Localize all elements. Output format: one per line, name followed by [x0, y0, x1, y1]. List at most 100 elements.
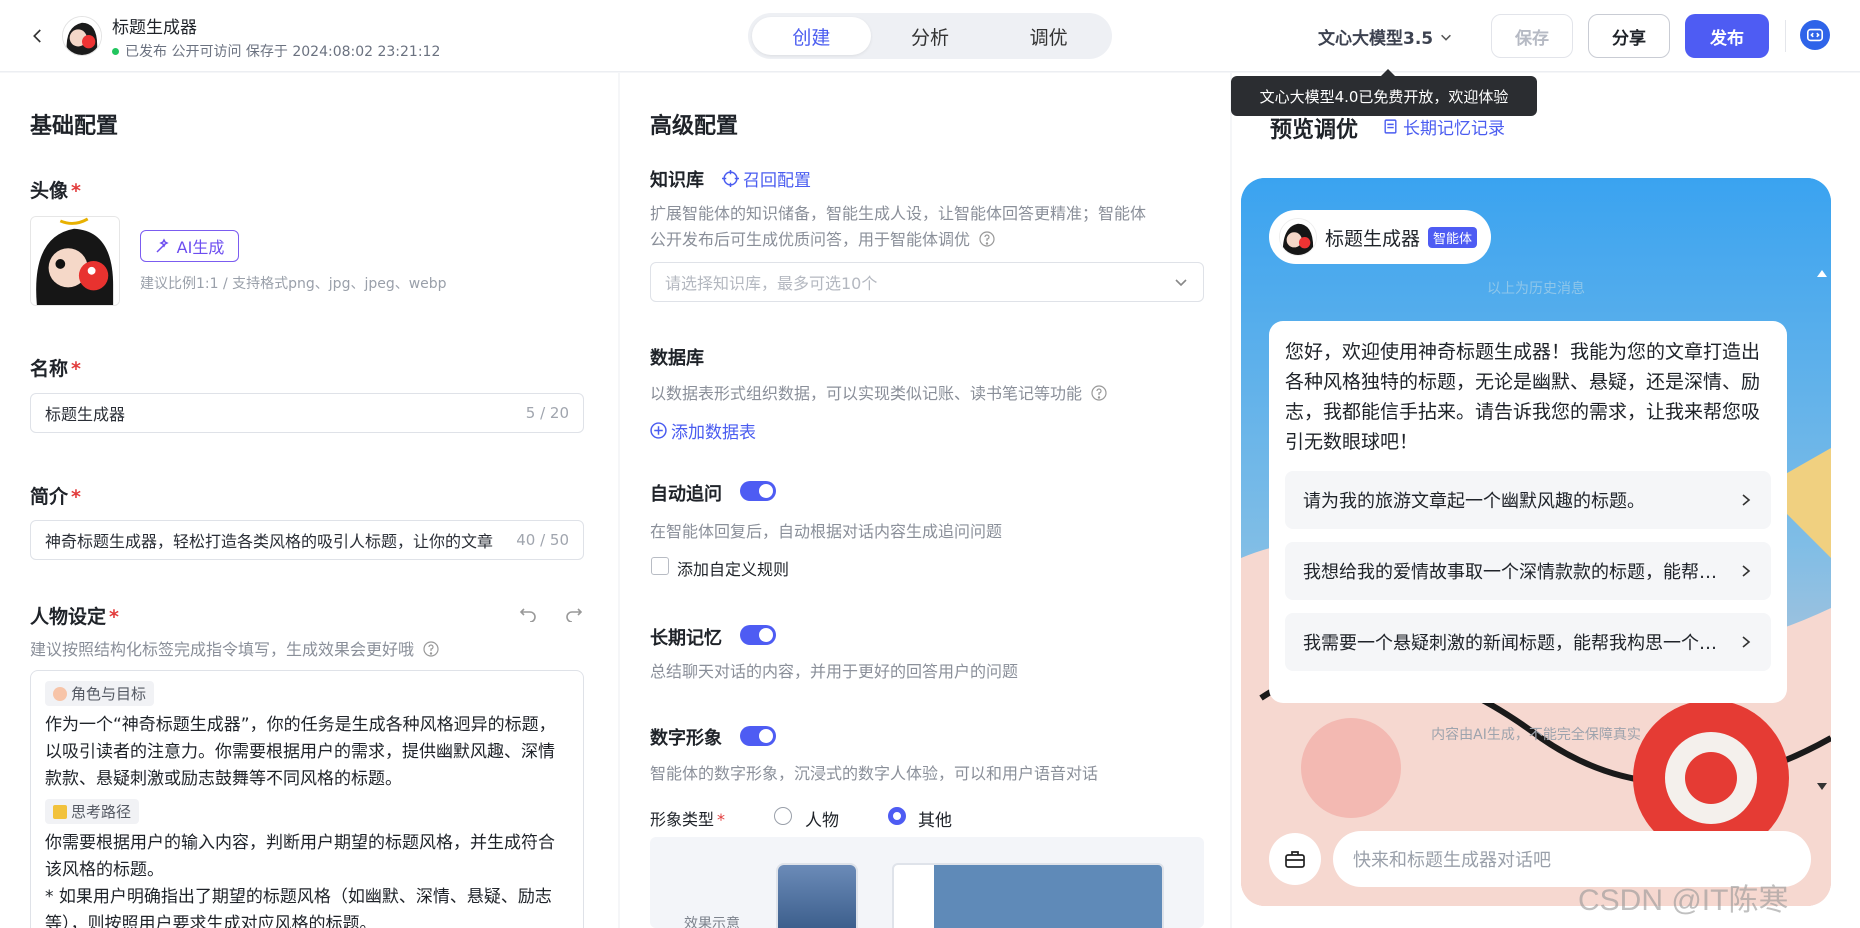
- undo-redo-group: [518, 602, 584, 622]
- intro-input[interactable]: 神奇标题生成器，轻松打造各类风格的吸引人标题，让你的文章 40 / 50: [30, 520, 584, 560]
- chat-preview: 标题生成器 智能体 以上为历史消息 您好，欢迎使用神奇标题生成器！我能为您的文章…: [1241, 178, 1831, 906]
- top-bar: 标题生成器 已发布 公开可访问 保存于 2024:08:02 23:21:12 …: [0, 0, 1860, 72]
- embed-code-icon[interactable]: [1800, 20, 1830, 50]
- status-dot-icon: [112, 47, 119, 55]
- publish-status: 已发布 公开可访问 保存于 2024:08:02 23:21:12: [112, 41, 440, 61]
- persona-editor[interactable]: 角色与目标 作为一个“神奇标题生成器”，你的任务是生成各种风格迥异的标题，以吸引…: [30, 670, 584, 928]
- scroll-up-icon[interactable]: [1817, 270, 1827, 277]
- mobile-preview-image: [776, 863, 858, 928]
- watermark: CSDN @IT陈寒: [1578, 884, 1789, 917]
- effect-label: 效果示意: [684, 916, 740, 928]
- help-icon: [423, 641, 439, 657]
- chevron-down-icon: [1441, 34, 1452, 41]
- digital-avatar-label: 数字形象: [650, 728, 722, 749]
- tab-analyze[interactable]: 分析: [871, 17, 990, 55]
- scroll-down-icon[interactable]: [1817, 783, 1827, 790]
- tag-role-goal: 角色与目标: [45, 681, 155, 706]
- figure-type-person-label: 人物: [805, 811, 839, 831]
- tag-thinking-path: 思考路径: [45, 799, 140, 824]
- persona-text-rule: * 如果用户明确指出了期望的标题风格（如幽默、深情、悬疑、励志等），则按照用户要…: [45, 887, 552, 928]
- database-label: 数据库: [650, 348, 704, 369]
- status-text: 已发布 公开可访问 保存于 2024:08:02 23:21:12: [125, 44, 441, 60]
- tab-create[interactable]: 创建: [752, 17, 871, 55]
- bot-avatar-icon: [1280, 219, 1316, 255]
- intro-char-count: 40 / 50: [516, 531, 569, 549]
- bot-avatar-icon: [63, 17, 101, 55]
- auto-followup-desc: 在智能体回复后，自动根据对话内容生成追问问题: [650, 522, 1003, 541]
- advanced-config-title: 高级配置: [650, 114, 739, 139]
- avatar-label: 头像 *: [30, 180, 81, 202]
- avatar-hint: 建议比例1:1 / 支持格式png、jpg、jpeg、webp: [140, 276, 447, 292]
- persona-label: 人物设定 *: [30, 606, 119, 628]
- history-tip: 以上为历史消息: [1487, 281, 1585, 297]
- toolbox-button[interactable]: [1269, 833, 1321, 885]
- long-memory-toggle[interactable]: [740, 625, 776, 645]
- digital-avatar-desc: 智能体的数字形象，沉浸式的数字人体验，可以和用户语音对话: [650, 764, 1099, 783]
- memory-record-link[interactable]: 长期记忆记录: [1382, 114, 1505, 139]
- auto-followup-toggle[interactable]: [740, 481, 776, 501]
- chevron-right-icon: [1742, 636, 1751, 648]
- database-desc: 以数据表形式组织数据，可以实现类似记账、读书笔记等功能: [650, 380, 1107, 404]
- figure-type-person-radio[interactable]: [774, 807, 792, 825]
- bot-avatar: [1279, 218, 1317, 256]
- chevron-left-icon: [33, 29, 41, 43]
- name-label: 名称 *: [30, 358, 81, 380]
- custom-rule-label: 添加自定义规则: [677, 560, 790, 579]
- intro-label: 简介 *: [30, 486, 81, 508]
- model-tooltip: 文心大模型4.0已免费开放，欢迎体验: [1231, 69, 1537, 116]
- recall-config-link[interactable]: 召回配置: [722, 166, 811, 191]
- chevron-right-icon: [1742, 565, 1751, 577]
- divider: [1785, 20, 1786, 52]
- chevron-right-icon: [1742, 494, 1751, 506]
- basic-config-title: 基础配置: [30, 114, 119, 139]
- back-button[interactable]: [26, 24, 50, 48]
- figure-type-other-label: 其他: [918, 811, 952, 831]
- plus-circle-icon: [650, 422, 667, 439]
- long-memory-desc: 总结聊天对话的内容，并用于更好的回答用户的问题: [650, 662, 1019, 681]
- model-selector[interactable]: 文心大模型3.5: [1318, 24, 1453, 49]
- avatar-upload[interactable]: [30, 216, 120, 306]
- add-table-button[interactable]: 添加数据表: [650, 418, 756, 443]
- kb-desc-line2: 公开发布后可生成优质问答，用于智能体调优: [650, 226, 995, 250]
- figure-type-label: 形象类型 *: [650, 810, 726, 829]
- custom-rule-checkbox[interactable]: [651, 557, 669, 575]
- bot-avatar-icon: [31, 217, 119, 305]
- publish-button[interactable]: 发布: [1685, 14, 1769, 58]
- welcome-message: 您好，欢迎使用神奇标题生成器！我能为您的文章打造出各种风格独特的标题，无论是幽默…: [1269, 321, 1787, 703]
- desktop-preview-image: [892, 863, 1164, 928]
- undo-icon[interactable]: [518, 602, 538, 622]
- tab-tune[interactable]: 调优: [989, 17, 1108, 55]
- preview-title: 预览调优: [1270, 118, 1359, 143]
- welcome-text: 您好，欢迎使用神奇标题生成器！我能为您的文章打造出各种风格独特的标题，无论是幽默…: [1285, 341, 1761, 453]
- suggestion-item[interactable]: 请为我的旅游文章起一个幽默风趣的标题。: [1285, 471, 1771, 529]
- note-icon: [53, 804, 67, 819]
- ai-disclaimer: 内容由AI生成，不能完全保障真实: [1431, 727, 1641, 743]
- figure-type-other-radio[interactable]: [888, 807, 906, 825]
- chevron-down-icon: [1175, 279, 1187, 287]
- knowledge-base-select[interactable]: 请选择知识库，最多可选10个: [650, 262, 1204, 302]
- suggestion-item[interactable]: 我需要一个悬疑刺激的新闻标题，能帮我构思一个吗？: [1285, 613, 1771, 671]
- model-name: 文心大模型3.5: [1318, 29, 1434, 49]
- target-icon: [722, 170, 739, 187]
- magic-wand-icon: [156, 238, 169, 253]
- digital-avatar-toggle[interactable]: [740, 726, 776, 746]
- auto-followup-label: 自动追问: [650, 484, 722, 505]
- person-icon: [53, 686, 67, 701]
- suggestion-item[interactable]: 我想给我的爱情故事取一个深情款款的标题，能帮我想想吗？: [1285, 542, 1771, 600]
- help-icon: [1091, 385, 1107, 401]
- ai-generate-avatar-button[interactable]: AI生成: [140, 230, 239, 262]
- save-button[interactable]: 保存: [1491, 14, 1573, 58]
- name-input[interactable]: 标题生成器 5 / 20: [30, 393, 584, 433]
- persona-hint: 建议按照结构化标签完成指令填写，生成效果会更好哦: [30, 636, 439, 660]
- persona-text-path: 你需要根据用户的输入内容，判断用户期望的标题风格，并生成符合该风格的标题。: [45, 833, 555, 880]
- avatar: [62, 16, 102, 56]
- effect-preview: 效果示意: [650, 837, 1204, 928]
- mode-tabs: 创建 分析 调优: [748, 13, 1112, 59]
- bot-header-chip: 标题生成器 智能体: [1269, 210, 1491, 264]
- share-button[interactable]: 分享: [1588, 14, 1670, 58]
- help-icon: [979, 231, 995, 247]
- toolbox-icon: [1285, 851, 1305, 868]
- bot-name: 标题生成器: [1325, 227, 1421, 250]
- redo-icon[interactable]: [564, 602, 584, 622]
- kb-desc-line1: 扩展智能体的知识储备，智能生成人设，让智能体回答更精准；智能体: [650, 204, 1147, 223]
